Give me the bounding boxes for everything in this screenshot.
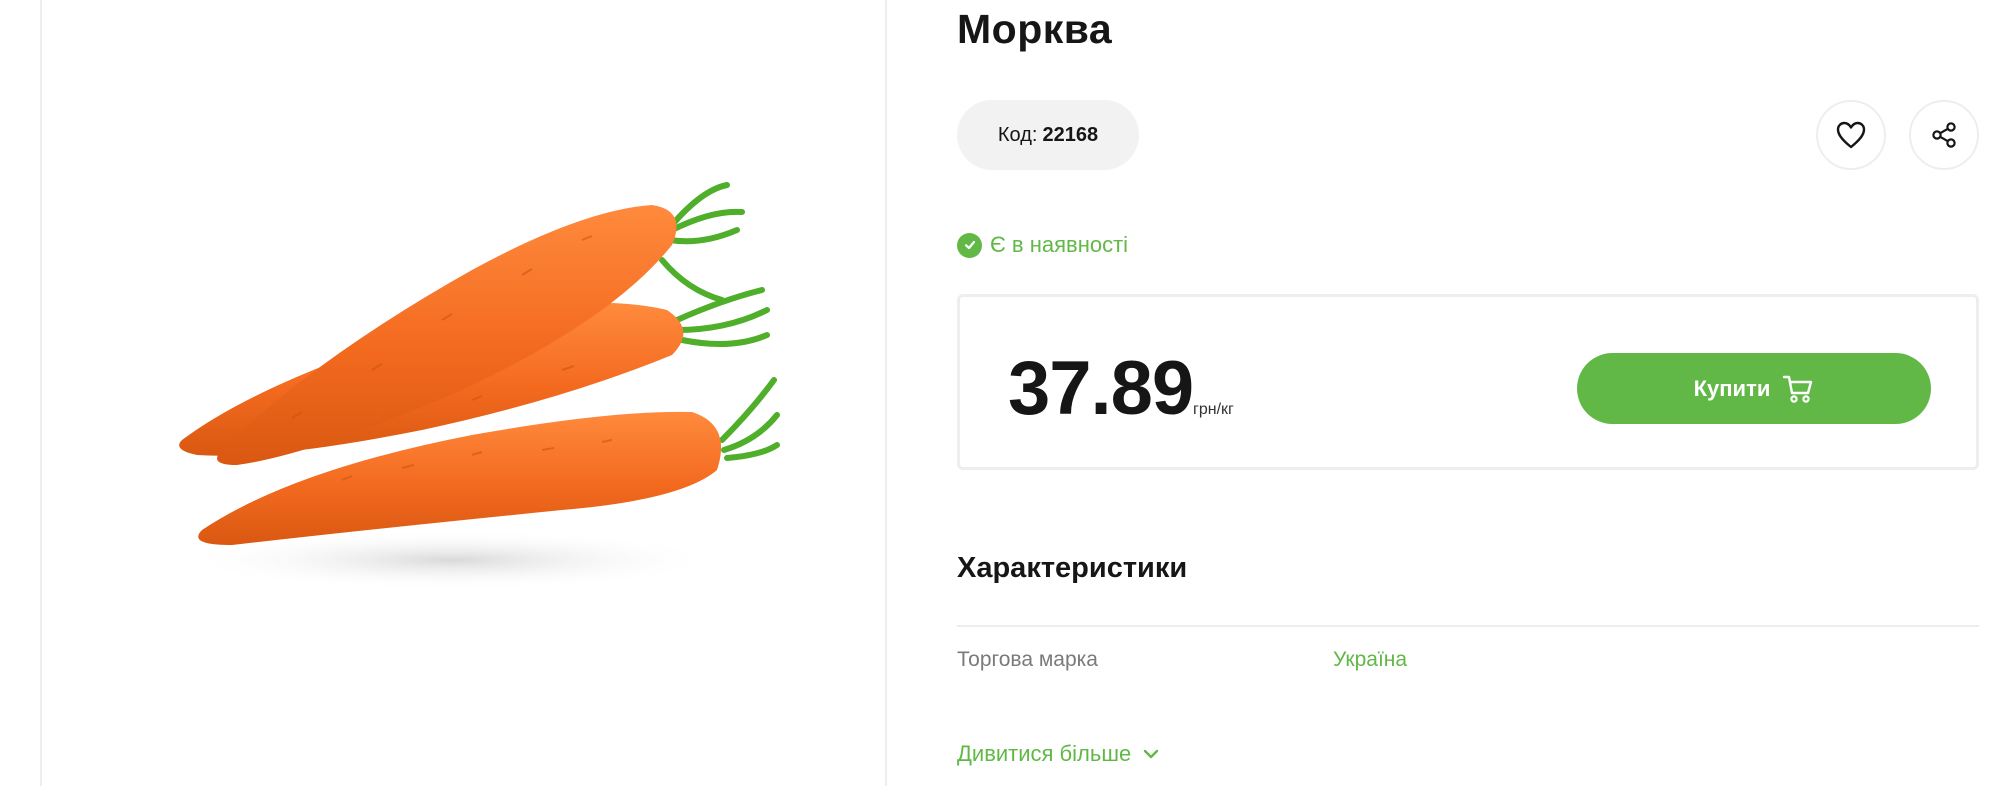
buy-button[interactable]: Купити	[1577, 353, 1931, 424]
product-title: Морква	[957, 6, 1113, 52]
product-image	[179, 182, 780, 590]
stock-status: Є в наявності	[957, 232, 1128, 258]
check-circle-icon	[957, 232, 982, 258]
product-code-value: 22168	[1042, 123, 1099, 146]
specs-divider	[957, 625, 1979, 627]
spec-value-link[interactable]: Україна	[1333, 648, 1407, 672]
buy-button-label: Купити	[1693, 375, 1771, 401]
chevron-down-icon	[1144, 749, 1159, 759]
share-icon	[1932, 122, 1956, 148]
column-divider	[885, 0, 887, 786]
show-more-link[interactable]: Дивитися більше	[957, 741, 1159, 767]
price-value: 37.89	[1008, 346, 1194, 431]
product-code-badge: Код: 22168	[957, 100, 1139, 170]
share-button[interactable]	[1909, 100, 1979, 170]
product-gallery[interactable]	[42, 0, 885, 786]
stock-status-text: Є в наявності	[990, 232, 1129, 257]
favorite-button[interactable]	[1816, 100, 1886, 170]
price-unit: грн/кг	[1193, 401, 1234, 418]
price-panel: 37.89 грн/кг Купити	[957, 294, 1979, 470]
specs-title: Характеристики	[957, 552, 1188, 584]
show-more-label: Дивитися більше	[957, 741, 1132, 766]
heart-icon	[1836, 121, 1866, 149]
cart-icon	[1783, 375, 1813, 403]
product-code-label: Код:	[997, 123, 1038, 146]
spec-label: Торгова марка	[957, 648, 1098, 671]
